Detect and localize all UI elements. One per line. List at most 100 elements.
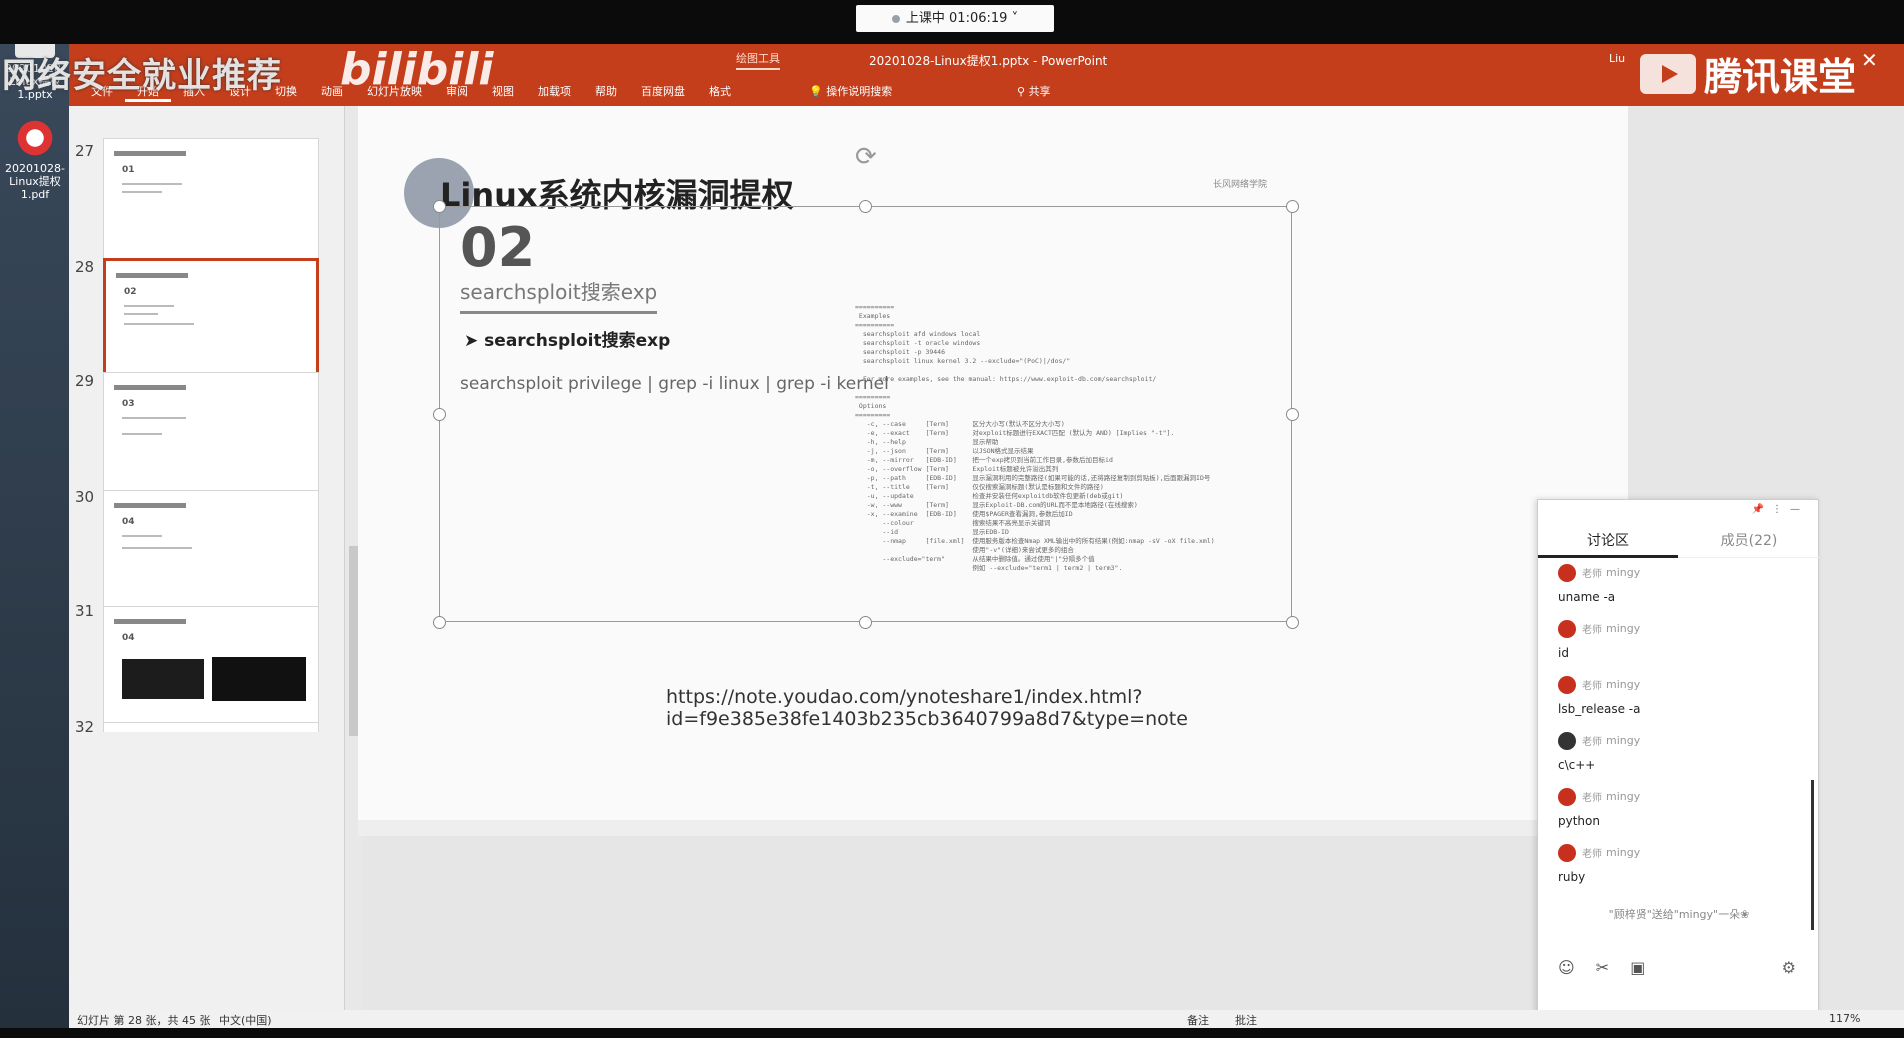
tab-format[interactable]: 格式 — [697, 82, 743, 102]
avatar — [1558, 843, 1576, 862]
thumb-number: 31 — [75, 602, 95, 620]
message-user: mingy — [1606, 790, 1641, 803]
chat-message: 老师 mingy lsb_release -a — [1558, 674, 1808, 716]
resize-handle[interactable] — [1286, 616, 1299, 629]
desktop-icon-label: 20201028-Linux提权1.pdf — [5, 162, 65, 201]
context-tools-label: 绘图工具 — [736, 50, 780, 70]
thumb-line — [122, 547, 192, 549]
panel-window-controls[interactable]: 📌⋮— — [1752, 504, 1808, 515]
thumb-label: 01 — [122, 165, 135, 175]
slide-thumbnail-29[interactable]: 03 — [103, 372, 319, 494]
screen: 20201028-Linux提权1.pptx 20201028-Linux提权1… — [0, 0, 1904, 1038]
discussion-tabs: 讨论区 成员(22) — [1538, 526, 1820, 558]
tencent-logo-text: 腾讯课堂 — [1704, 55, 1857, 99]
role-tag: 老师 — [1582, 737, 1602, 748]
thumb-line — [122, 191, 162, 193]
status-bar: 幻灯片 第 28 张，共 45 张 中文(中国) 备注 批注 117% — [69, 1010, 1904, 1028]
slide-thumbnail-32[interactable] — [103, 722, 319, 732]
thumb-line — [122, 417, 186, 419]
thumb-line — [122, 535, 162, 537]
emoji-icon[interactable]: ☺ — [1558, 958, 1575, 977]
zoom-level[interactable]: 117% — [1829, 1012, 1860, 1025]
message-text: uname -a — [1558, 589, 1616, 604]
share-button[interactable]: ⚲ 共享 — [1017, 82, 1051, 102]
slide-thumbnail-30[interactable]: 04 — [103, 490, 319, 612]
slide-scrollbar[interactable] — [358, 820, 1628, 836]
role-tag: 老师 — [1582, 569, 1602, 580]
top-bar: 上课中 01:06:19 ˅ — [0, 0, 1904, 44]
thumb-line — [122, 183, 182, 185]
tell-me-search[interactable]: 💡 操作说明搜索 — [809, 82, 892, 102]
bottom-edge — [0, 1028, 1904, 1038]
comments-button[interactable]: 批注 — [1235, 1012, 1257, 1028]
resize-handle[interactable] — [859, 616, 872, 629]
thumb-number: 28 — [75, 258, 95, 276]
thumb-line — [124, 305, 174, 307]
chat-message: 老师 mingy id — [1558, 618, 1808, 660]
desktop: 20201028-Linux提权1.pptx 20201028-Linux提权1… — [0, 0, 69, 1038]
youdao-note-link[interactable]: https://note.youdao.com/ynoteshare1/inde… — [666, 686, 1628, 730]
scissors-icon[interactable]: ✂ — [1596, 958, 1609, 977]
language-status[interactable]: 中文(中国) — [219, 1012, 272, 1028]
section-title: searchsploit搜索exp — [460, 276, 658, 314]
bullet-text: searchsploit搜索exp — [484, 331, 671, 351]
resize-handle[interactable] — [1286, 200, 1299, 213]
arrow-bullet-icon: ➤ — [464, 331, 485, 351]
slide-counter: 幻灯片 第 28 张，共 45 张 — [77, 1014, 211, 1027]
settings-gear-icon[interactable]: ⚙ — [1782, 958, 1796, 977]
thumb-number: 32 — [75, 718, 95, 736]
message-text: id — [1558, 645, 1569, 660]
avatar — [1558, 563, 1576, 582]
role-tag: 老师 — [1582, 793, 1602, 804]
message-user: mingy — [1606, 734, 1641, 747]
tab-members[interactable]: 成员(22) — [1678, 526, 1820, 558]
thumb-title-bar — [114, 385, 186, 390]
role-tag: 老师 — [1582, 681, 1602, 692]
slide-thumbnails-pane[interactable]: 27 01 28 02 29 03 30 04 31 04 32 — [69, 106, 344, 1010]
resize-handle[interactable] — [433, 408, 446, 421]
resize-handle[interactable] — [433, 200, 446, 213]
slide-thumbnail-27[interactable]: 01 — [103, 138, 319, 260]
slide-thumbnail-31[interactable]: 04 — [103, 606, 319, 728]
thumb-number: 27 — [75, 142, 95, 160]
resize-handle[interactable] — [859, 200, 872, 213]
user-name[interactable]: Liu — [1609, 52, 1625, 65]
tab-addins[interactable]: 加载项 — [526, 82, 583, 102]
desktop-pdf-shortcut[interactable]: 20201028-Linux提权1.pdf — [4, 118, 66, 201]
chat-message: 老师 mingy ruby — [1558, 842, 1808, 884]
flower-notice: "顾梓贤"送给"mingy"一朵❀ — [1608, 908, 1750, 921]
chat-message: 老师 mingy c\c++ — [1558, 730, 1808, 772]
thumb-screenshot-image — [212, 657, 306, 701]
resize-handle[interactable] — [433, 616, 446, 629]
institute-logo: 长风网络学院 — [1213, 180, 1268, 190]
thumb-title-bar — [114, 151, 186, 156]
tell-me-label: 操作说明搜索 — [826, 85, 893, 98]
avatar — [1558, 675, 1576, 694]
class-timer-text: 上课中 01:06:19 — [905, 11, 1008, 26]
thumb-label: 04 — [122, 517, 135, 527]
rotate-handle-icon[interactable]: ⟳ — [855, 142, 877, 172]
slide-canvas[interactable]: Linux系统内核漏洞提权 长风网络学院 ⟳ 02 searchsploit搜索… — [358, 106, 1628, 820]
tab-discussion[interactable]: 讨论区 — [1538, 526, 1678, 558]
message-user: mingy — [1606, 678, 1641, 691]
watermark-text: 网络安全就业推荐 — [2, 56, 282, 96]
close-icon[interactable]: ✕ — [1861, 48, 1878, 72]
tab-help[interactable]: 帮助 — [583, 82, 629, 102]
bilibili-logo: bilibili — [340, 44, 494, 95]
share-label: 共享 — [1028, 85, 1051, 98]
message-text: c\c++ — [1558, 757, 1596, 772]
avatar — [1558, 787, 1576, 806]
class-timer[interactable]: 上课中 01:06:19 ˅ — [856, 5, 1054, 32]
thumb-title-bar — [114, 503, 186, 508]
resize-handle[interactable] — [1286, 408, 1299, 421]
discussion-panel: 📌⋮— 讨论区 成员(22) 老师 mingy uname -a 老师 mingy … — [1537, 499, 1820, 1033]
chat-scrollbar[interactable] — [1811, 780, 1814, 930]
bullet-item: ➤ searchsploit搜索exp — [464, 326, 670, 351]
image-icon[interactable]: ▣ — [1630, 958, 1645, 977]
scrollbar-thumb[interactable] — [349, 546, 358, 736]
slide-thumbnail-28[interactable]: 02 — [103, 258, 319, 380]
notes-button[interactable]: 备注 — [1187, 1012, 1209, 1028]
message-text: lsb_release -a — [1558, 701, 1641, 716]
chat-toolbar: ☺ ✂ ▣ — [1558, 958, 1645, 977]
tab-baidu-netdisk[interactable]: 百度网盘 — [629, 82, 697, 102]
